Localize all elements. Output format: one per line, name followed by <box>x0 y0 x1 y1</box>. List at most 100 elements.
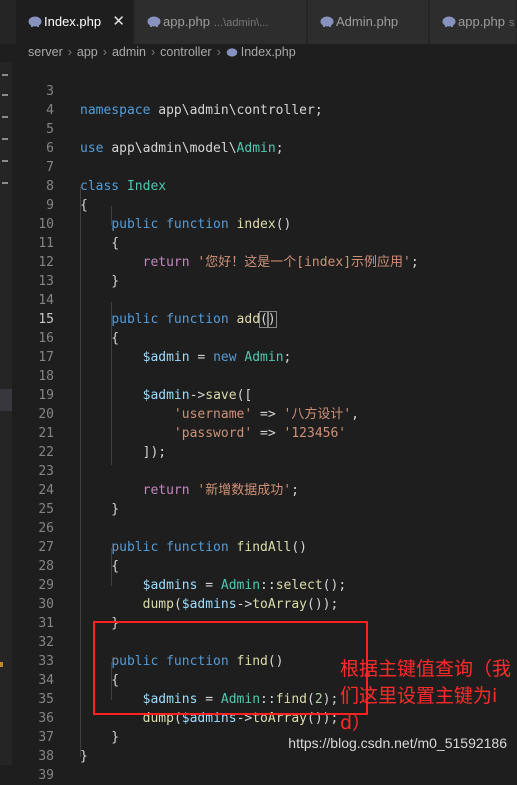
breadcrumb-item-server[interactable]: server <box>28 45 63 59</box>
code-text: $admin->save([ <box>80 386 253 405</box>
code-line[interactable]: 12 return '您好！这是一个[index]示例应用'; <box>12 253 517 272</box>
line-number: 39 <box>38 768 54 783</box>
breadcrumb: server › app › admin › controller › Index.php <box>0 44 517 62</box>
code-line[interactable]: 28 { <box>12 557 517 576</box>
code-token: app\admin\controller; <box>158 103 323 118</box>
line-number: 24 <box>38 483 54 498</box>
code-line[interactable]: 16 { <box>12 329 517 348</box>
code-line[interactable]: 7 <box>12 158 517 177</box>
line-number: 7 <box>46 160 54 175</box>
breadcrumb-item-app[interactable]: app <box>77 45 98 59</box>
code-token: '您好！这是一个[index]示例应用' <box>197 255 411 270</box>
code-line[interactable]: 8 class Index <box>12 177 517 196</box>
code-line[interactable]: 10 public function index() <box>12 215 517 234</box>
code-line[interactable]: 20 'username' => '八方设计', <box>12 405 517 424</box>
code-line[interactable]: 3 <box>12 82 517 101</box>
line-number: 34 <box>38 673 54 688</box>
code-line[interactable]: 24 return '新增数据成功'; <box>12 481 517 500</box>
code-token: = <box>189 350 214 365</box>
tab-index-php[interactable]: Index.php ✕ <box>16 0 134 44</box>
chevron-right-icon: › <box>150 45 156 59</box>
code-line[interactable]: 22 ]); <box>12 443 517 462</box>
line-number: 6 <box>46 141 54 156</box>
line-number: 20 <box>38 407 54 422</box>
code-line[interactable]: 11 { <box>12 234 517 253</box>
sidebar-selected-row[interactable] <box>0 389 12 411</box>
code-text: { <box>80 329 119 348</box>
code-line[interactable]: 25 } <box>12 500 517 519</box>
code-line[interactable]: 39 <box>12 766 517 785</box>
code-line[interactable]: 21 'password' => '123456' <box>12 424 517 443</box>
code-text: } <box>80 747 88 766</box>
code-token: public function <box>111 540 237 555</box>
code-text: ]); <box>80 443 166 462</box>
code-line[interactable]: 19 $admin->save([ <box>12 386 517 405</box>
code-text: return '新增数据成功'; <box>80 481 299 500</box>
code-line[interactable]: 15 public function add() <box>12 310 517 329</box>
code-token: ( <box>259 311 269 328</box>
code-text: 'password' => '123456' <box>80 424 346 443</box>
tree-marker <box>2 116 8 118</box>
code-token: ) <box>266 311 277 328</box>
code-line[interactable]: 23 <box>12 462 517 481</box>
code-token: { <box>80 236 120 251</box>
tree-marker <box>2 160 8 162</box>
line-number: 16 <box>38 331 54 346</box>
chevron-right-icon: › <box>216 45 221 59</box>
line-number: 37 <box>38 730 54 745</box>
breadcrumb-item-admin[interactable]: admin <box>112 45 146 59</box>
code-line[interactable]: 29 $admins = Admin::select(); <box>12 576 517 595</box>
tree-marker <box>2 182 8 184</box>
annotation-text: 根据主键值查询（我们这里设置主键为id） <box>340 658 512 734</box>
editor-tab-bar: Index.php ✕ app.php ...\admin\... Admin.p… <box>0 0 517 44</box>
code-line[interactable]: 4 namespace app\admin\controller; <box>12 101 517 120</box>
code-line[interactable]: 6 use app\admin\model\Admin; <box>12 139 517 158</box>
code-token: ; <box>283 350 292 365</box>
code-line[interactable]: 13 } <box>12 272 517 291</box>
code-line[interactable]: 17 $admin = new Admin; <box>12 348 517 367</box>
code-text: class Index <box>80 177 166 196</box>
line-number: 31 <box>38 616 54 631</box>
code-line[interactable]: 18 <box>12 367 517 386</box>
code-token: Admin <box>244 350 284 365</box>
code-token: save <box>205 388 237 403</box>
code-text: $admins = Admin::select(); <box>80 576 347 595</box>
php-elephant-icon <box>147 16 161 27</box>
highlight-box <box>93 621 368 715</box>
tab-label: app.php <box>163 14 210 29</box>
tree-marker <box>2 74 8 76</box>
code-text: return '您好！这是一个[index]示例应用'; <box>80 253 419 272</box>
close-icon[interactable]: ✕ <box>112 0 125 44</box>
breadcrumb-item-file[interactable]: Index.php <box>241 45 296 59</box>
code-line[interactable]: 9{ <box>12 196 517 215</box>
code-text: } <box>80 500 119 519</box>
php-elephant-icon <box>28 16 42 27</box>
code-token: ( <box>173 597 182 612</box>
code-line[interactable]: 27 public function findAll() <box>12 538 517 557</box>
code-line[interactable]: 30 dump($admins->toArray()); <box>12 595 517 614</box>
code-token: } <box>80 502 120 517</box>
tab-app-php[interactable]: app.php ...\admin\... <box>135 0 307 44</box>
tab-app-php-2[interactable]: app.php s <box>430 0 517 44</box>
code-line[interactable]: 5 <box>12 120 517 139</box>
code-token: new <box>213 350 245 365</box>
tab-path-hint: s <box>509 17 515 29</box>
code-token: '新增数据成功' <box>197 483 292 498</box>
breadcrumb-item-controller[interactable]: controller <box>160 45 211 59</box>
code-text: dump($admins->toArray()); <box>80 595 339 614</box>
code-token: ]); <box>80 445 167 460</box>
code-line[interactable]: 26 <box>12 519 517 538</box>
sidebar-edge <box>0 62 12 765</box>
line-number: 17 <box>38 350 54 365</box>
code-token: } <box>80 749 88 764</box>
code-token: -> <box>189 388 206 403</box>
code-line[interactable]: 14 <box>12 291 517 310</box>
tab-admin-php[interactable]: Admin.php <box>308 0 429 44</box>
code-token: => <box>252 426 284 441</box>
code-token: select <box>275 578 323 593</box>
code-text: public function findAll() <box>80 538 307 557</box>
